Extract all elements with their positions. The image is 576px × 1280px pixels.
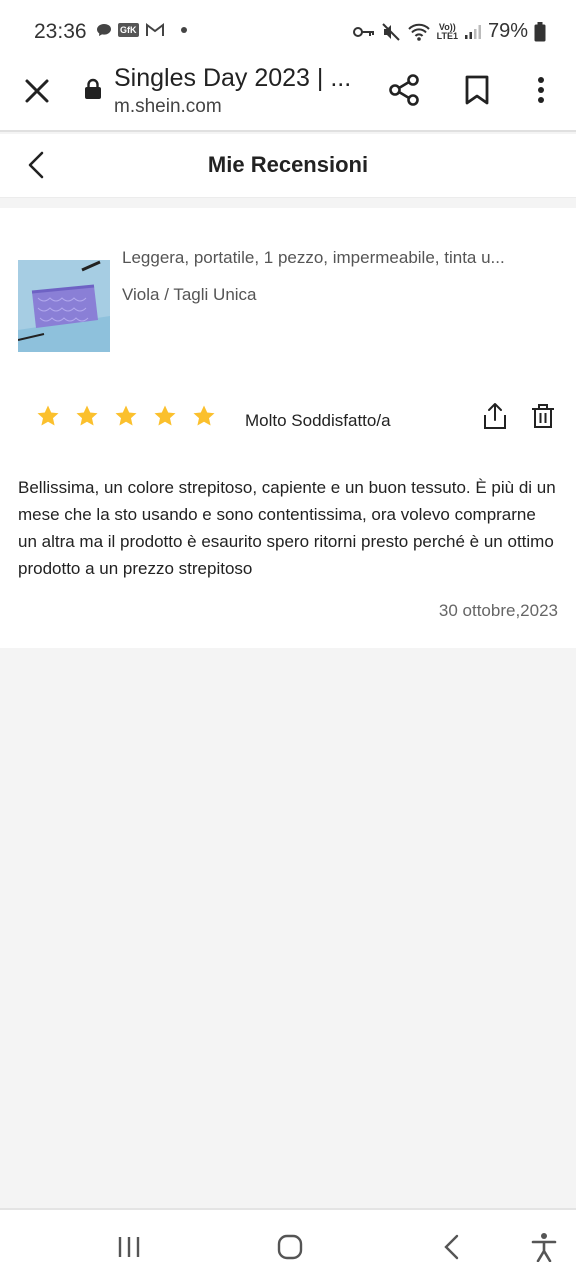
system-nav-bar — [0, 1208, 576, 1280]
accessibility-icon[interactable] — [530, 1232, 558, 1262]
key-icon — [352, 26, 374, 37]
star-icon — [37, 405, 59, 426]
status-bar: 23:36 GfK Vo)) LTE1 79% — [0, 0, 576, 62]
wifi-icon — [407, 23, 430, 41]
status-time: 23:36 — [34, 20, 87, 43]
back-icon[interactable] — [442, 1234, 462, 1260]
product-image[interactable] — [18, 260, 110, 352]
review-card: Leggera, portatile, 1 pezzo, impermeabil… — [0, 208, 576, 648]
review-date: 30 ottobre,2023 — [438, 601, 558, 620]
more-vert-icon[interactable] — [534, 74, 548, 106]
status-left-icons: GfK — [96, 22, 187, 38]
gfk-icon: GfK — [118, 23, 139, 37]
status-right-icons: Vo)) LTE1 79% — [352, 20, 546, 43]
bookmark-icon[interactable] — [462, 74, 492, 106]
star-icon — [76, 405, 98, 426]
star-icon — [115, 405, 137, 426]
close-icon[interactable] — [22, 76, 52, 106]
product-name[interactable]: Leggera, portatile, 1 pezzo, impermeabil… — [122, 248, 532, 268]
share-review-icon[interactable] — [482, 402, 508, 430]
notification-dot-icon — [180, 27, 187, 33]
gmail-icon — [145, 23, 164, 36]
product-bag-illustration — [18, 260, 110, 352]
battery-percent: 79% — [487, 20, 528, 42]
browser-url[interactable]: m.shein.com — [114, 96, 222, 118]
page-header: Mie Recensioni — [0, 134, 576, 198]
share-icon[interactable] — [388, 74, 420, 106]
review-text: Bellissima, un colore strepitoso, capien… — [18, 478, 556, 578]
lte-indicator: Vo)) LTE1 — [436, 21, 458, 41]
recents-icon[interactable] — [116, 1234, 142, 1260]
chat-bubble-icon — [97, 24, 111, 36]
lock-icon — [85, 78, 101, 99]
signal-icon — [464, 24, 481, 39]
star-icon — [154, 405, 176, 426]
star-rating — [36, 404, 216, 428]
browser-page-title[interactable]: Singles Day 2023 | ... — [114, 64, 351, 93]
mute-icon — [381, 22, 400, 41]
rating-label: Molto Soddisfatto/a — [245, 411, 391, 430]
product-variant: Viola / Tagli Unica — [122, 285, 257, 304]
delete-icon[interactable] — [531, 403, 555, 429]
home-icon[interactable] — [277, 1234, 303, 1260]
browser-toolbar: Singles Day 2023 | ... m.shein.com — [0, 62, 576, 132]
battery-icon — [534, 21, 546, 41]
star-icon — [193, 405, 215, 426]
page-title: Mie Recensioni — [207, 152, 369, 177]
